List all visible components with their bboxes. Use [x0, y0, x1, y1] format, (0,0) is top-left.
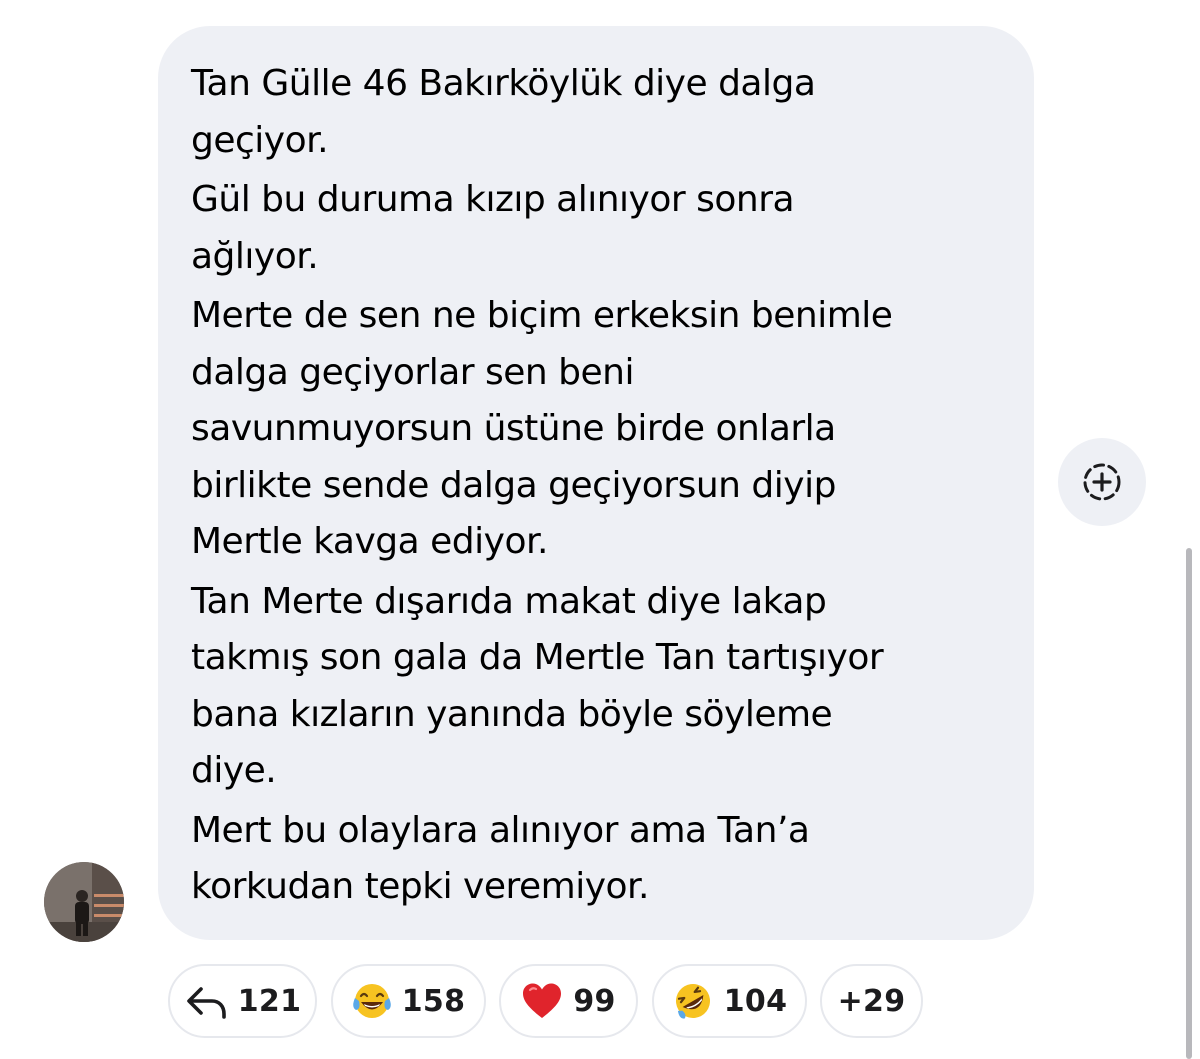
message-paragraph: Mert bu olaylara alınıyor ama Tan’a kork… — [191, 809, 810, 908]
reaction-count: 158 — [401, 983, 466, 1019]
add-reaction-icon — [1083, 463, 1121, 501]
reaction-rolling-laughing[interactable]: 104 — [652, 964, 807, 1038]
reaction-count: 99 — [573, 983, 616, 1019]
reaction-tears-of-joy[interactable]: 158 — [331, 964, 486, 1038]
more-reactions-button[interactable]: +29 — [820, 964, 923, 1038]
scrollbar[interactable] — [1186, 548, 1192, 1059]
reply-arrow-icon — [186, 987, 226, 1019]
rolling-laughing-emoji-icon — [675, 984, 710, 1019]
message-paragraph: Tan Gülle 46 Bakırköylük diye dalga geçi… — [191, 63, 816, 161]
reply-count: 121 — [237, 983, 302, 1019]
tears-of-joy-emoji-icon — [352, 984, 391, 1018]
message-bubble[interactable]: Tan Gülle 46 Bakırköylük diye dalga geçi… — [158, 26, 1034, 940]
message-paragraph: Tan Merte dışarıda makat diye lakap takm… — [191, 580, 884, 792]
reaction-red-heart[interactable]: 99 — [499, 964, 638, 1038]
message-paragraph: Merte de sen ne biçim erkeksin benimle d… — [191, 295, 893, 562]
more-reactions-count: +29 — [837, 983, 906, 1019]
message-paragraph: Gül bu duruma kızıp alınıyor sonra ağlıy… — [191, 179, 795, 277]
reply-count-button[interactable]: 121 — [168, 964, 317, 1038]
add-reaction-button[interactable] — [1058, 438, 1146, 526]
avatar-photo — [44, 862, 124, 942]
sender-avatar[interactable] — [44, 862, 124, 942]
red-heart-emoji-icon — [523, 983, 562, 1018]
reaction-count: 104 — [723, 983, 788, 1019]
